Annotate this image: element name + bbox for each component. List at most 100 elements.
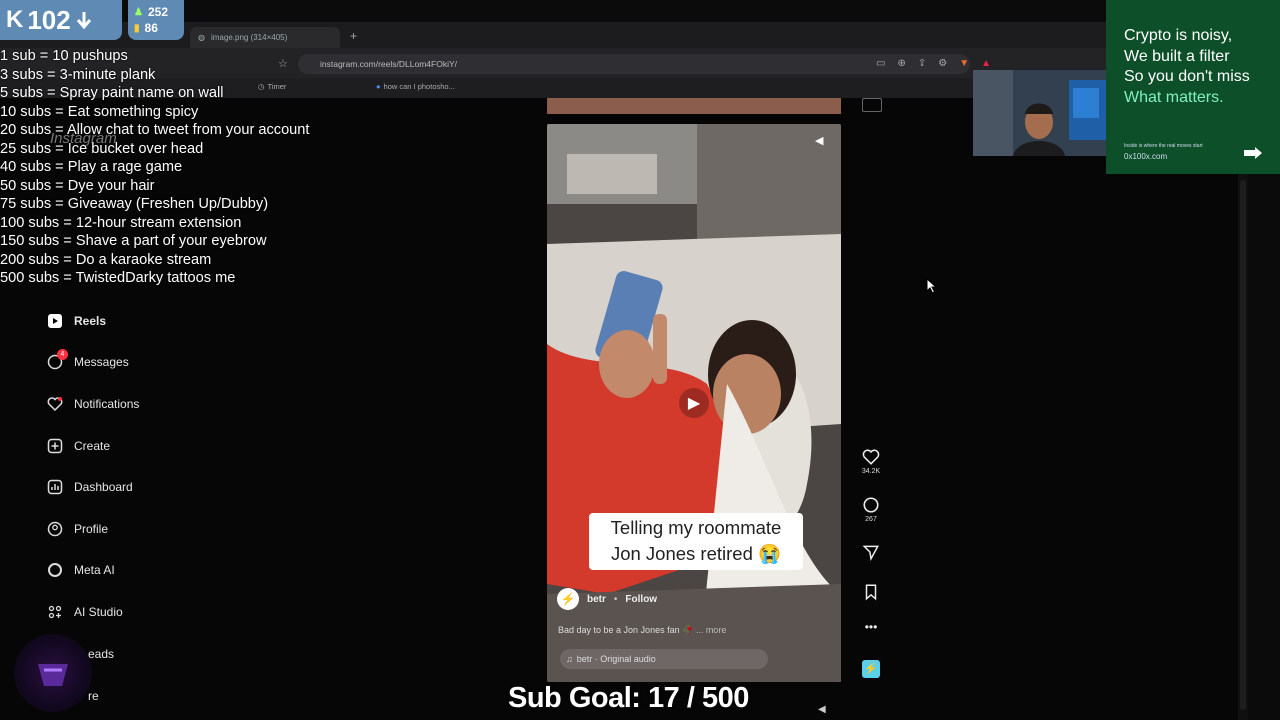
sidebar-item-label: Create xyxy=(74,439,111,453)
sub-goal-target: 500 xyxy=(701,682,749,714)
new-tab-button[interactable]: + xyxy=(350,29,357,43)
profile-icon xyxy=(46,520,64,538)
play-icon[interactable]: ▶ xyxy=(679,388,709,418)
reward-rule: 1 sub = 10 pushups xyxy=(0,48,128,64)
scrollbar-thumb[interactable] xyxy=(1240,180,1246,710)
reward-rule: 75 subs = Giveaway (Freshen Up/Dubby) xyxy=(0,196,269,212)
more-link[interactable]: ... more xyxy=(696,625,727,635)
reward-rule: 20 subs = Allow chat to tweet from your … xyxy=(0,122,310,138)
music-note-icon: ♫ xyxy=(566,654,573,664)
ad-url[interactable]: 0x100x.com xyxy=(1124,152,1167,161)
kick-badge: K 102 xyxy=(0,0,122,40)
comment-button[interactable]: 267 xyxy=(858,496,884,523)
reel-author-row: ⚡ betr • Follow xyxy=(557,588,657,610)
heart-icon xyxy=(46,395,64,413)
audio-thumbnail[interactable]: ⚡ xyxy=(858,660,884,678)
reel-expand-icon[interactable] xyxy=(862,98,882,112)
sub-goal-separator: / xyxy=(686,682,695,714)
webcam-feed xyxy=(973,70,1106,156)
previous-reel-strip xyxy=(547,98,841,114)
messages-icon: 4 xyxy=(46,349,68,371)
send-icon xyxy=(862,545,879,561)
sidebar-item-label: Profile xyxy=(74,522,109,536)
kick-count: 102 xyxy=(27,4,71,35)
sidebar-item-create[interactable]: Create xyxy=(46,437,110,455)
bolt-icon: ⚡ xyxy=(862,660,880,678)
extension-icon[interactable]: ⚙ xyxy=(938,58,947,69)
browser-tab[interactable]: ◍ image.png (314×405) xyxy=(190,27,340,48)
reward-rule: 50 subs = Dye your hair xyxy=(0,177,155,194)
reward-rule: 500 subs = TwistedDarky tattoos me xyxy=(0,270,236,286)
ad-line: So you don't miss xyxy=(1124,68,1250,85)
sidebar-item-ai-studio[interactable]: AI Studio xyxy=(46,603,123,621)
address-bar[interactable]: instagram.com/reels/DLLom4FOkiY/ xyxy=(298,54,970,74)
brave-shield-icon[interactable]: ▼ xyxy=(959,58,969,69)
sidebar-item-label: Reels xyxy=(74,314,107,328)
save-button[interactable] xyxy=(858,583,884,603)
tab-title: image.png (314×405) xyxy=(210,33,288,42)
audio-pill[interactable]: ♫ betr · Original audio xyxy=(560,649,768,669)
ad-headline: Crypto is noisy, We built a filter So yo… xyxy=(1124,26,1250,108)
dot-separator: • xyxy=(613,593,618,605)
sidebar-item-label: AI Studio xyxy=(74,605,123,619)
reward-rule: 200 subs = Do a karaoke stream xyxy=(0,251,212,268)
betr-avatar[interactable]: ⚡ xyxy=(557,588,579,610)
bookmark-label: how can I photosho... xyxy=(383,82,455,91)
sub-goal: Sub Goal: 17 / 500 xyxy=(508,682,749,715)
reel-username[interactable]: betr xyxy=(587,594,606,605)
more-options-icon[interactable]: ••• xyxy=(858,620,884,634)
stream-stats: ♟ 252 ▮ 86 xyxy=(128,0,184,40)
sidebar-item-messages[interactable]: 4 Messages xyxy=(46,349,129,371)
arrow-right-icon[interactable] xyxy=(1243,147,1263,159)
ad-tagline: Inside is where the real moves start xyxy=(1124,143,1203,149)
sidebar-item-label: Messages xyxy=(74,355,129,369)
like-count: 34.2K xyxy=(861,468,881,475)
brave-rewards-icon[interactable]: ▲ xyxy=(981,58,991,69)
reel-description: Bad day to be a Jon Jones fan 🥀 ... more xyxy=(558,625,726,636)
followers-count: 252 xyxy=(147,5,168,19)
share-button[interactable] xyxy=(858,543,884,563)
ad-line: We built a filter xyxy=(1124,47,1230,65)
video-caption: Telling my roommate Jon Jones retired 😭 xyxy=(589,513,803,570)
kick-logo-icon: K xyxy=(6,6,24,33)
followers-stat: ♟ 252 xyxy=(134,5,168,19)
plus-square-icon xyxy=(46,437,64,455)
sidebar-item-dashboard[interactable]: Dashboard xyxy=(46,478,133,496)
reward-rule: 25 subs = Ice bucket over head xyxy=(0,140,204,157)
volume-icon[interactable]: ◀︎ xyxy=(818,704,826,715)
sidebar-item-profile[interactable]: Profile xyxy=(46,520,108,538)
zoom-icon[interactable]: ⊕ xyxy=(897,58,905,69)
mouse-cursor-icon xyxy=(926,278,938,294)
reward-rule: 40 subs = Play a rage game xyxy=(0,159,183,175)
reward-rule: 5 subs = Spray paint name on wall xyxy=(0,85,224,101)
screen-icon[interactable]: ▭ xyxy=(876,58,885,69)
bookmark-icon xyxy=(865,584,877,601)
channel-logo xyxy=(14,634,92,712)
sponsor-ad[interactable]: Crypto is noisy, We built a filter So yo… xyxy=(1106,0,1280,174)
ad-line-accent: What matters. xyxy=(1124,88,1224,106)
sub-rewards-list: 1 sub = 10 pushups 3 subs = 3-minute pla… xyxy=(0,47,360,288)
sidebar-item-reels[interactable]: Reels xyxy=(46,312,106,330)
audio-label: betr · Original audio xyxy=(576,654,656,664)
reels-icon xyxy=(46,312,64,330)
follow-button[interactable]: Follow xyxy=(625,594,657,605)
comment-icon xyxy=(863,497,879,513)
bookmark-photoshop[interactable]: ● how can I photosho... xyxy=(376,82,455,91)
reward-rule: 10 subs = Eat something spicy xyxy=(0,103,199,120)
viewers-stat: ▮ 86 xyxy=(134,21,158,35)
caption-line-1: Telling my roommate xyxy=(610,517,782,538)
sidebar-item-notifications[interactable]: Notifications xyxy=(46,395,139,413)
person-icon: ♟ xyxy=(134,6,143,18)
bolt-icon: ⚡ xyxy=(560,592,576,606)
share-icon[interactable]: ⇪ xyxy=(918,58,926,69)
messages-badge: 4 xyxy=(57,349,68,360)
reward-rule: 3 subs = 3-minute plank xyxy=(0,66,156,83)
mute-icon[interactable]: ◀︎ xyxy=(815,134,833,152)
reward-rule: 100 subs = 12-hour stream extension xyxy=(0,214,242,231)
like-button[interactable]: 34.2K xyxy=(858,448,884,475)
viewers-count: 86 xyxy=(144,21,158,35)
sidebar-item-meta-ai[interactable]: Meta AI xyxy=(46,561,115,579)
ad-line: Crypto is noisy, xyxy=(1124,27,1233,44)
sub-goal-label: Sub Goal: xyxy=(508,682,641,714)
google-icon: ● xyxy=(376,82,381,91)
